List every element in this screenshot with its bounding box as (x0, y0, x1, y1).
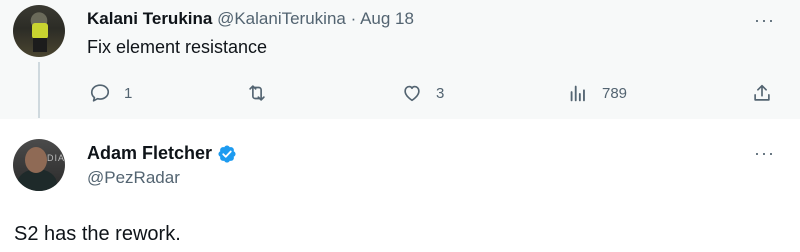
reply-count: 1 (124, 84, 133, 102)
avatar-background-text: DIA (47, 153, 65, 163)
heart-icon (404, 85, 420, 102)
reply-button[interactable]: 1 (89, 82, 132, 104)
more-options-button[interactable]: ··· (754, 143, 775, 164)
avatar-legs (33, 38, 47, 52)
author-handle[interactable]: @KalaniTerukina (217, 9, 346, 28)
avatar-face (25, 147, 47, 173)
like-button[interactable]: 3 (401, 82, 444, 104)
tweet-header: Kalani Terukina @KalaniTerukina · Aug 18 (87, 9, 414, 29)
author-name-row: Adam Fletcher (87, 143, 237, 164)
like-count: 3 (436, 84, 445, 102)
share-button[interactable] (751, 82, 773, 104)
separator-dot: · (350, 9, 357, 28)
views-button[interactable]: 789 (567, 82, 627, 104)
author-name[interactable]: Kalani Terukina (87, 9, 212, 28)
share-icon (754, 84, 770, 101)
reply-to-tweet[interactable]: Kalani Terukina @KalaniTerukina · Aug 18… (0, 0, 800, 119)
avatar[interactable] (13, 5, 65, 57)
reply-icon (90, 84, 110, 102)
tweet-text: S2 has the rework. (14, 223, 181, 245)
retweet-icon (249, 85, 265, 101)
avatar[interactable]: DIA (13, 139, 65, 191)
retweet-button[interactable] (246, 82, 281, 104)
verified-badge-icon[interactable] (217, 144, 237, 164)
views-bar-chart-icon (570, 85, 585, 102)
main-tweet: DIA Adam Fletcher @PezRadar ··· S2 has t… (0, 119, 800, 252)
tweet-actions: 1 3 789 (0, 78, 800, 108)
avatar-shirt (32, 23, 48, 39)
author-name[interactable]: Adam Fletcher (87, 143, 212, 164)
views-count: 789 (602, 84, 628, 102)
more-options-button[interactable]: ··· (754, 10, 775, 31)
author-handle[interactable]: @PezRadar (87, 168, 180, 188)
tweet-date[interactable]: Aug 18 (360, 9, 414, 28)
tweet-text: Fix element resistance (87, 37, 268, 57)
